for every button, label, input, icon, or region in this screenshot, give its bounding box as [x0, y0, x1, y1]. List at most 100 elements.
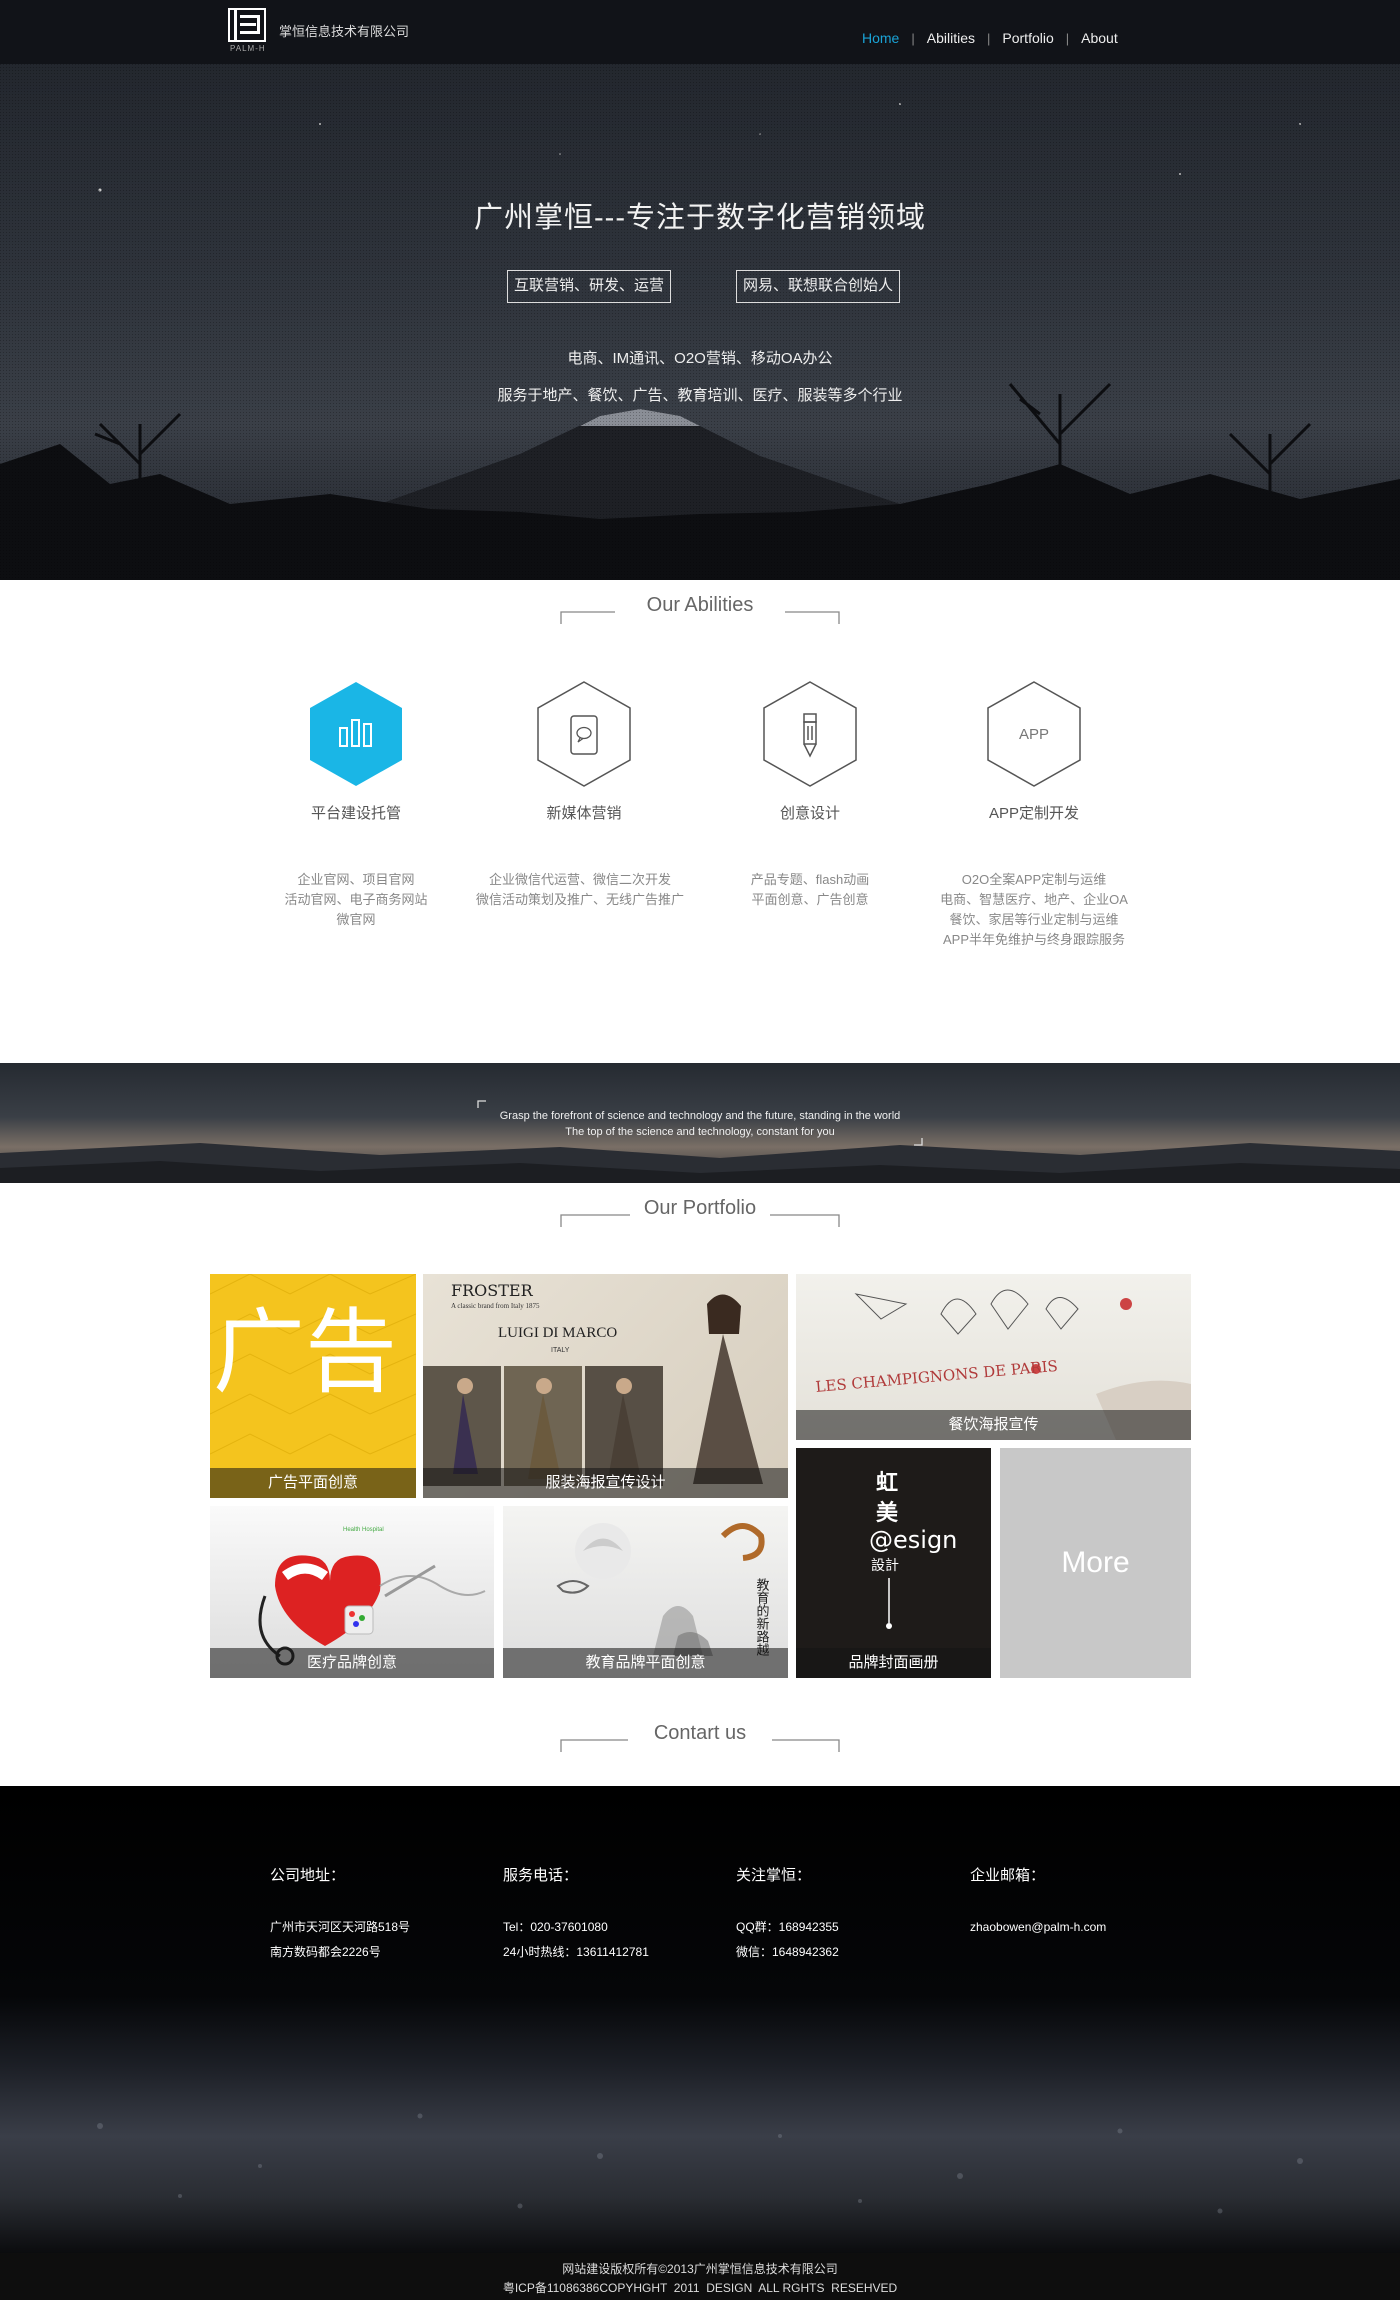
- logo-mark-icon: [228, 8, 266, 42]
- menu-item-about[interactable]: About: [1069, 30, 1130, 46]
- album-art-sub: 設計: [871, 1558, 899, 1574]
- slogan-banner: Grasp the forefront of science and techn…: [0, 1063, 1400, 1183]
- desc-line: 餐饮、家居等行业定制与运维: [949, 912, 1119, 927]
- contact-column-title: 关注掌恒：: [736, 1867, 812, 1884]
- hero-industries-line: 服务于地产、餐饮、广告、教育培训、医疗、服装等多个行业: [497, 387, 903, 404]
- fashion-brand-text: FROSTER: [451, 1281, 534, 1300]
- fashion-name-text: LUIGI DI MARCO: [498, 1325, 617, 1341]
- desc-line: 微官网: [336, 912, 376, 927]
- fashion-place-text: ITALY: [551, 1347, 570, 1354]
- portfolio-caption: 餐饮海报宣传: [796, 1410, 1191, 1440]
- menu-item-abilities[interactable]: Abilities: [915, 30, 987, 46]
- ability-new-media[interactable]: 新媒体营销: [484, 680, 684, 823]
- contact-column-title: 服务电话：: [503, 1867, 579, 1884]
- hero-services-line: 电商、IM通讯、O2O营销、移动OA办公: [567, 350, 833, 367]
- desc-line: 产品专题、flash动画: [750, 872, 870, 887]
- company-name: 掌恒信息技术有限公司: [279, 24, 410, 39]
- portfolio-more-button[interactable]: More: [1000, 1448, 1191, 1678]
- contact-line[interactable]: 微信：1648942362: [736, 1940, 966, 1965]
- ability-platform[interactable]: 平台建设托管: [256, 680, 456, 823]
- more-label: More: [1061, 1546, 1130, 1579]
- fashion-sub-text: A classic brand from Italy 1875: [451, 1302, 540, 1310]
- mountain-landscape-image: [0, 1100, 1400, 1183]
- hero-title: 广州掌恒---专注于数字化营销领域: [474, 202, 926, 234]
- portfolio-caption: 广告平面创意: [210, 1468, 416, 1498]
- album-art-char: 美: [876, 1500, 899, 1526]
- ability-creative-design[interactable]: 创意设计: [710, 680, 910, 823]
- portfolio-item-medical[interactable]: Health Hospital 医疗品牌创意: [210, 1506, 494, 1678]
- bar-chart-icon: [310, 682, 402, 786]
- pen-icon: [763, 681, 857, 787]
- ad-art-text: 广告: [213, 1299, 397, 1406]
- hero-tag-marketing: 互联营销、研发、运营: [507, 270, 672, 303]
- restaurant-art-text: LES CHAMPIGNONS DE PARIS: [815, 1357, 1059, 1396]
- ability-title: 创意设计: [779, 805, 840, 822]
- footer-bokeh-image: [97, 2113, 1303, 2214]
- ability-title: APP定制开发: [988, 805, 1079, 822]
- ability-title: 平台建设托管: [310, 805, 401, 822]
- mobile-chat-icon: [537, 681, 631, 787]
- portfolio-item-brand-album[interactable]: 虹 美 @esign 設計 品牌封面画册: [796, 1448, 991, 1678]
- ability-title: 新媒体营销: [546, 805, 622, 822]
- portfolio-item-restaurant-poster[interactable]: LES CHAMPIGNONS DE PARIS 餐饮海报宣传: [796, 1274, 1191, 1440]
- desc-line: APP半年免维护与终身跟踪服务: [942, 932, 1125, 947]
- portfolio-heading: Our Portfolio: [560, 1197, 840, 1233]
- ability-description: O2O全案APP定制与运维 电商、智慧医疗、地产、企业OA 餐饮、家居等行业定制…: [924, 870, 1144, 950]
- ability-description: 产品专题、flash动画 平面创意、广告创意: [700, 870, 920, 910]
- abilities-heading: Our Abilities: [560, 594, 840, 630]
- contact-column-title: 企业邮箱：: [970, 1867, 1046, 1884]
- fashion-poster-artwork: FROSTER A classic brand from Italy 1875 …: [423, 1281, 763, 1486]
- logo[interactable]: PALM-H: [228, 8, 270, 54]
- hero-background-image: [0, 64, 1400, 580]
- menu-item-portfolio[interactable]: Portfolio: [990, 30, 1065, 46]
- copyright-line-1: 网站建设版权所有©2013广州掌恒信息技术有限公司: [562, 2262, 838, 2276]
- app-icon: APP: [987, 681, 1081, 787]
- brand-album-artwork: 虹 美 @esign 設計: [869, 1471, 957, 1629]
- medical-art-text: Health Hospital: [343, 1527, 384, 1533]
- portfolio-item-fashion-poster[interactable]: FROSTER A classic brand from Italy 1875 …: [423, 1274, 788, 1498]
- contact-heading: Contart us: [560, 1722, 840, 1758]
- contact-line[interactable]: 24小时热线：13611412781: [503, 1940, 733, 1965]
- contact-line: 南方数码都会2226号: [270, 1945, 381, 1959]
- desc-line: 企业官网、项目官网: [297, 872, 415, 887]
- portfolio-caption: 医疗品牌创意: [210, 1648, 494, 1678]
- contact-line[interactable]: QQ群：168942355: [736, 1915, 966, 1940]
- desc-line: O2O全案APP定制与运维: [961, 872, 1107, 887]
- portfolio-caption: 服装海报宣传设计: [423, 1468, 788, 1498]
- portfolio-caption: 教育品牌平面创意: [503, 1648, 788, 1678]
- copyright-line-2: 粤ICP备11086386COPYHGHT 2011 DESIGN ALL RG…: [502, 2281, 898, 2295]
- contact-column-title: 公司地址：: [270, 1867, 346, 1884]
- hero-tag-founder: 网易、联想联合创始人: [736, 270, 901, 303]
- slogan-line-1: Grasp the forefront of science and techn…: [499, 1110, 901, 1122]
- portfolio-item-education[interactable]: 教育的新路越 教育品牌平面创意: [503, 1506, 788, 1678]
- desc-line: 平面创意、广告创意: [751, 892, 869, 907]
- hero-banner: 广州掌恒---专注于数字化营销领域 互联营销、研发、运营 网易、联想联合创始人 …: [0, 64, 1400, 580]
- education-art-text: 教育的新路越: [754, 1577, 770, 1657]
- contact-line[interactable]: Tel：020-37601080: [503, 1915, 733, 1940]
- desc-line: 活动官网、电子商务网站: [284, 892, 428, 907]
- desc-line: 电商、智慧医疗、地产、企业OA: [940, 892, 1128, 907]
- copyright-bar: 网站建设版权所有©2013广州掌恒信息技术有限公司 粤ICP备11086386C…: [0, 2253, 1400, 2300]
- ad-poster-artwork: 广告: [210, 1274, 416, 1455]
- contact-address: 公司地址： 广州市天河区天河路518号 南方数码都会2226号: [270, 1864, 500, 1965]
- contact-email: 企业邮箱： zhaobowen@palm-h.com: [970, 1864, 1200, 1940]
- ability-description: 企业微信代运营、微信二次开发 微信活动策划及推广、无线广告推广: [470, 870, 690, 910]
- portfolio-item-ad-creative[interactable]: 广告 广告平面创意: [210, 1274, 416, 1498]
- album-art-word: @esign: [869, 1526, 957, 1554]
- email-link[interactable]: zhaobowen@palm-h.com: [970, 1915, 1200, 1940]
- portfolio-heading-label: Our Portfolio: [643, 1197, 757, 1219]
- menu-item-home[interactable]: Home: [850, 30, 911, 46]
- ability-description: 企业官网、项目官网 活动官网、电子商务网站 微官网: [246, 870, 466, 930]
- logo-subtitle: PALM-H: [230, 44, 266, 53]
- desc-line: 企业微信代运营、微信二次开发: [488, 872, 671, 887]
- contact-phone: 服务电话： Tel：020-37601080 24小时热线：1361141278…: [503, 1864, 733, 1965]
- desc-line: 微信活动策划及推广、无线广告推广: [475, 892, 684, 907]
- ability-app-dev[interactable]: APP APP定制开发: [934, 680, 1134, 823]
- abilities-heading-label: Our Abilities: [646, 594, 754, 616]
- slogan-line-2: The top of the science and technology, c…: [565, 1126, 835, 1138]
- contact-line: 广州市天河区天河路518号: [270, 1920, 411, 1934]
- contact-heading-label: Contart us: [653, 1722, 747, 1744]
- top-nav: PALM-H 掌恒信息技术有限公司 Home | Abilities | Por…: [0, 0, 1400, 64]
- main-menu: Home | Abilities | Portfolio | About: [850, 30, 1130, 46]
- app-icon-label: APP: [1019, 726, 1049, 743]
